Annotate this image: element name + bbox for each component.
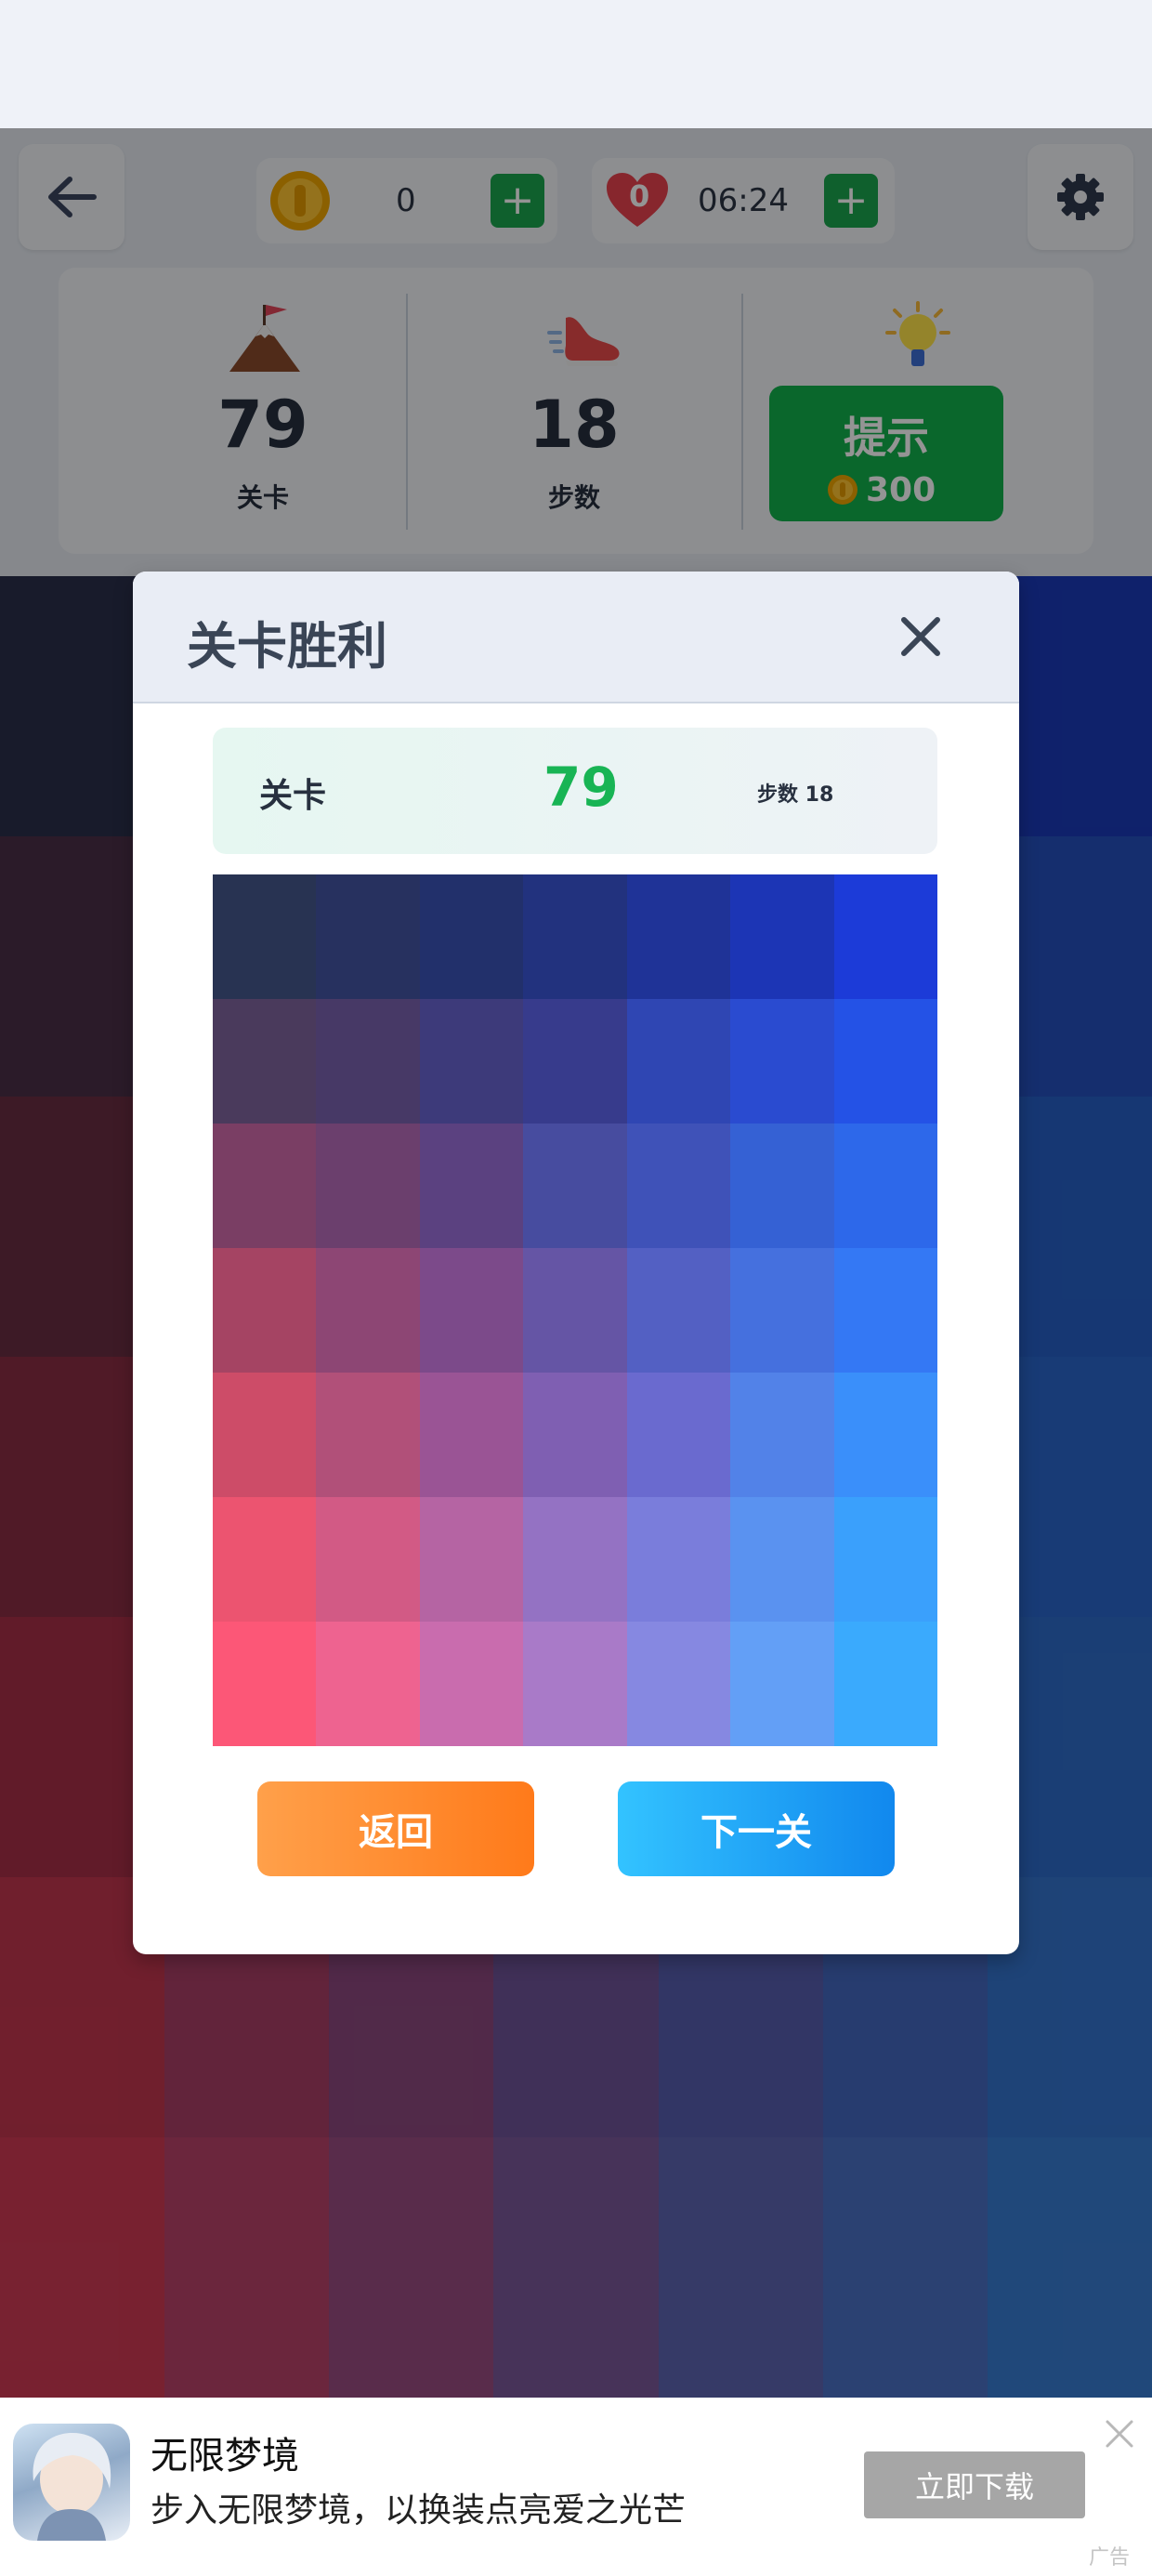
grid-tile — [316, 1497, 420, 1622]
grid-tile — [627, 1373, 730, 1497]
grid-tile — [627, 1124, 730, 1248]
grid-tile — [730, 999, 834, 1124]
grid-tile — [730, 1248, 834, 1373]
grid-tile — [213, 1622, 316, 1746]
grid-tile — [627, 1622, 730, 1746]
next-level-button[interactable]: 下一关 — [618, 1781, 895, 1876]
grid-tile — [523, 1373, 627, 1497]
result-info-bar: 关卡 79 步数 18 — [213, 728, 937, 854]
grid-tile — [627, 1248, 730, 1373]
grid-tile — [316, 874, 420, 999]
grid-tile — [834, 1622, 937, 1746]
grid-tile — [316, 1373, 420, 1497]
victory-dialog: 关卡胜利 关卡 79 步数 18 返回 下一关 — [133, 572, 1019, 1954]
grid-tile — [627, 874, 730, 999]
character-portrait — [33, 2433, 111, 2541]
grid-tile — [523, 1124, 627, 1248]
grid-tile — [834, 874, 937, 999]
ad-tag: 广告 — [1089, 2546, 1131, 2569]
grid-tile — [316, 999, 420, 1124]
grid-tile — [627, 1497, 730, 1622]
result-steps: 步数 18 — [757, 783, 834, 807]
grid-tile — [420, 1248, 523, 1373]
grid-tile — [523, 1497, 627, 1622]
grid-tile — [834, 999, 937, 1124]
grid-tile — [420, 1497, 523, 1622]
grid-tile — [316, 1248, 420, 1373]
status-bar — [0, 0, 1152, 128]
grid-tile — [730, 874, 834, 999]
grid-tile — [834, 1124, 937, 1248]
grid-tile — [523, 999, 627, 1124]
dialog-header: 关卡胜利 — [133, 572, 1019, 703]
grid-tile — [213, 999, 316, 1124]
grid-tile — [523, 874, 627, 999]
grid-tile — [730, 1497, 834, 1622]
grid-tile — [316, 1622, 420, 1746]
grid-tile — [730, 1124, 834, 1248]
grid-tile — [213, 1248, 316, 1373]
grid-tile — [730, 1622, 834, 1746]
grid-tile — [420, 999, 523, 1124]
grid-tile — [420, 1124, 523, 1248]
close-icon — [1106, 2420, 1133, 2448]
ad-description: 步入无限梦境，以换装点亮爱之光芒 — [151, 2491, 687, 2530]
solved-color-grid — [213, 874, 937, 1746]
grid-tile — [420, 1622, 523, 1746]
ad-close-button[interactable] — [1102, 2416, 1137, 2451]
grid-tile — [420, 874, 523, 999]
ad-title: 无限梦境 — [151, 2435, 299, 2477]
close-icon — [901, 617, 940, 656]
grid-tile — [213, 874, 316, 999]
result-level-label: 关卡 — [259, 777, 327, 815]
close-button[interactable] — [893, 609, 949, 664]
grid-tile — [834, 1497, 937, 1622]
ad-banner[interactable]: 无限梦境 步入无限梦境，以换装点亮爱之光芒 立即下载 广告 — [0, 2398, 1152, 2576]
grid-tile — [213, 1497, 316, 1622]
grid-tile — [420, 1373, 523, 1497]
return-button[interactable]: 返回 — [257, 1781, 534, 1876]
grid-tile — [213, 1124, 316, 1248]
grid-tile — [523, 1248, 627, 1373]
ad-download-button[interactable]: 立即下载 — [864, 2451, 1085, 2518]
ad-app-avatar[interactable] — [13, 2424, 130, 2541]
grid-tile — [213, 1373, 316, 1497]
result-level-value: 79 — [543, 756, 619, 819]
grid-tile — [523, 1622, 627, 1746]
dialog-title: 关卡胜利 — [187, 617, 387, 676]
grid-tile — [834, 1373, 937, 1497]
grid-tile — [316, 1124, 420, 1248]
grid-tile — [834, 1248, 937, 1373]
grid-tile — [627, 999, 730, 1124]
grid-tile — [730, 1373, 834, 1497]
